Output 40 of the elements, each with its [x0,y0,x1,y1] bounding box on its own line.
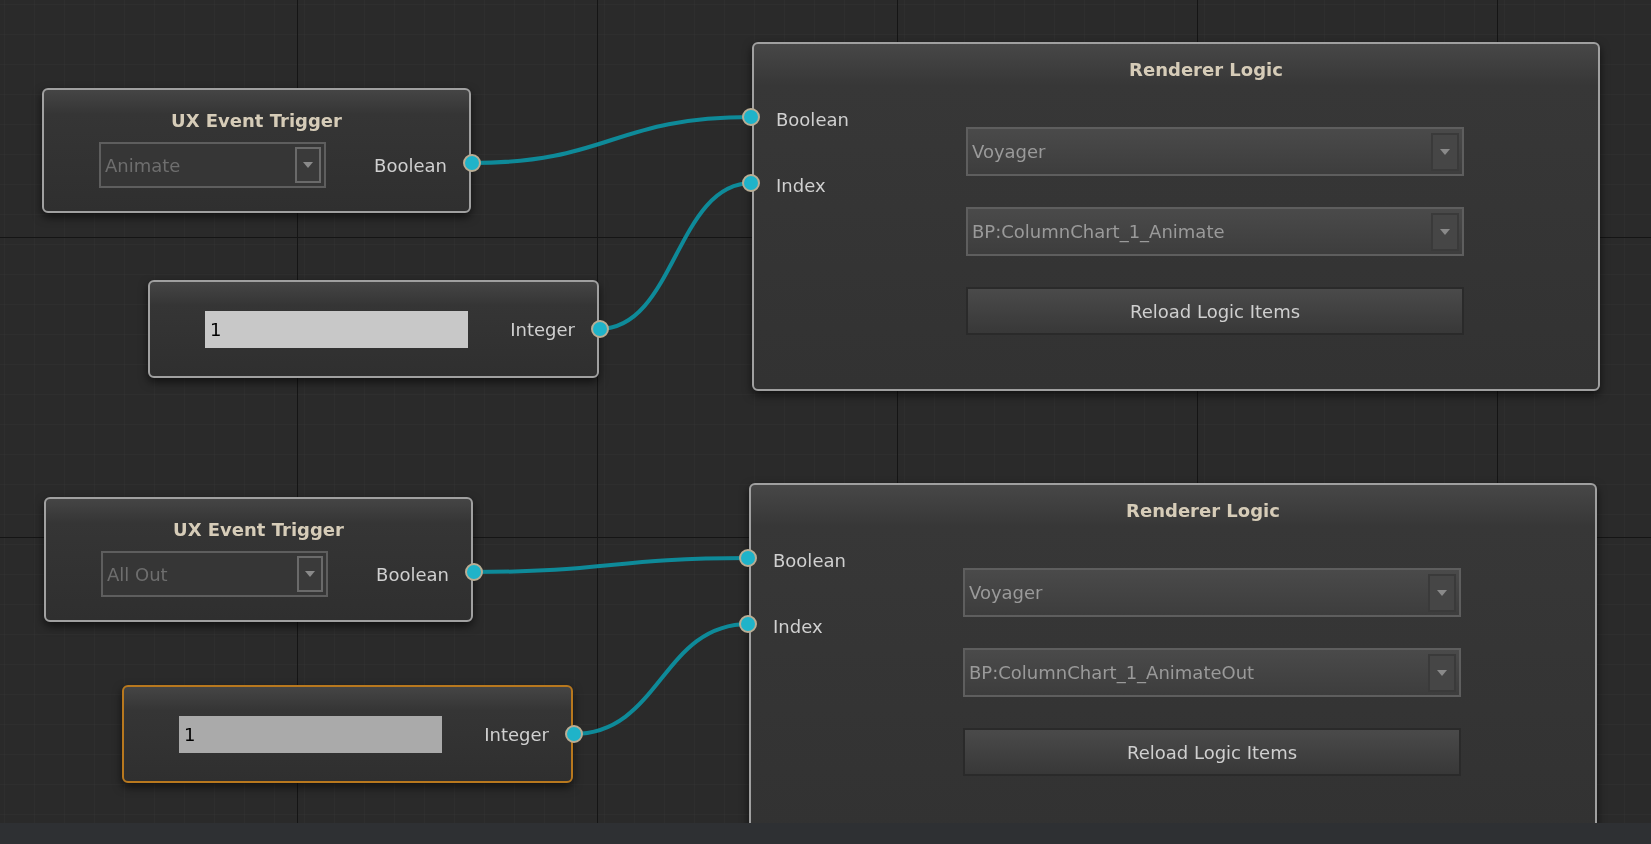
port-label: Index [776,173,826,198]
caret-icon [1436,668,1448,677]
port-label: Boolean [776,107,849,132]
dropdown-arrow-button[interactable] [1431,212,1459,251]
dropdown-value: Animate [105,153,182,178]
reload-button[interactable]: Reload Logic Items [966,287,1464,335]
dropdown-value: Voyager [972,140,1047,164]
port-label: Boolean [374,153,447,178]
caret-icon [1436,588,1448,597]
integer-input[interactable]: 1 [205,310,468,348]
port-label: Boolean [376,562,449,587]
dropdown-arrow-button[interactable] [1431,132,1459,171]
node-title: UX Event Trigger [173,518,344,542]
caret-icon [302,161,314,169]
caret-icon [304,570,316,578]
integer-node[interactable]: 1 Integer [122,685,573,783]
caret-icon [1439,147,1451,156]
dropdown-arrow-button[interactable] [1428,573,1456,612]
integer-input[interactable]: 1 [179,715,442,753]
port-label: Integer [510,317,575,342]
caret-icon [1439,227,1451,236]
renderer-node[interactable]: Renderer Logic Boolean Index Voyager BP:ColumnChart_1_AnimateOut Reload Logic Items [749,483,1597,823]
logic-dropdown[interactable]: BP:ColumnChart_1_Animate [966,207,1464,256]
port-label: Index [773,614,823,639]
node-title: Renderer Logic [1129,57,1283,82]
reload-button[interactable]: Reload Logic Items [963,728,1461,776]
logic-dropdown[interactable]: BP:ColumnChart_1_AnimateOut [963,648,1461,697]
node-title: Renderer Logic [1126,498,1280,523]
dropdown-value: Voyager [969,581,1044,605]
logic-dropdown[interactable]: Voyager [966,127,1464,176]
port-label: Integer [484,722,549,747]
dropdown-value: All Out [107,562,169,587]
logic-dropdown[interactable]: Voyager [963,568,1461,617]
renderer-node[interactable]: Renderer Logic Boolean Index Voyager BP:ColumnChart_1_Animate Reload Logic Items [752,42,1600,391]
port-label: Boolean [773,548,846,573]
dropdown-value: BP:ColumnChart_1_AnimateOut [969,661,1256,686]
dropdown-arrow-button[interactable] [1428,653,1456,692]
integer-node[interactable]: 1 Integer [148,280,599,378]
dropdown-value: BP:ColumnChart_1_Animate [972,220,1226,245]
node-title: UX Event Trigger [171,109,342,133]
